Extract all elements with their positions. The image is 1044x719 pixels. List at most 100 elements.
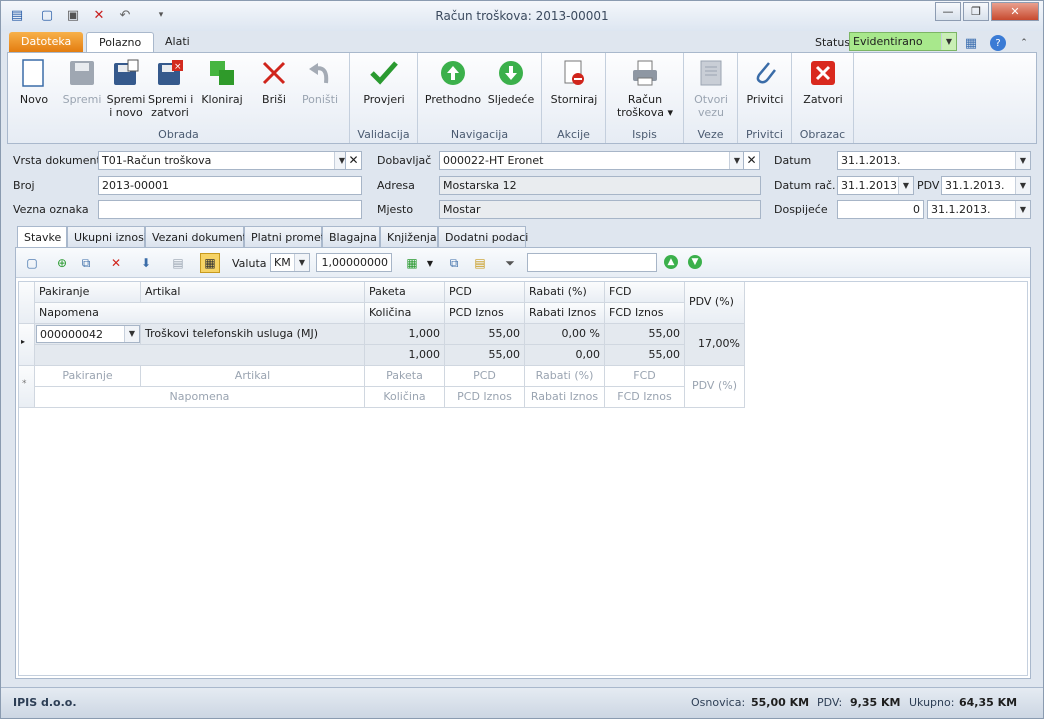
col-rabati[interactable]: Rabati (%) bbox=[525, 282, 605, 303]
datum-racuna-picker[interactable]: 31.1.2013. ▼ bbox=[837, 176, 914, 195]
cell-napomena[interactable] bbox=[35, 345, 365, 366]
new-row-pdv[interactable]: PDV (%) bbox=[685, 366, 745, 408]
new-row-rabati-iznos[interactable]: Rabati Iznos bbox=[525, 387, 605, 408]
otvori-vezu-button[interactable]: Otvori vezu bbox=[689, 57, 733, 119]
cell-kolicina[interactable]: 1,000 bbox=[365, 345, 445, 366]
new-row-artikal[interactable]: Artikal bbox=[141, 366, 365, 387]
new-row-rabati[interactable]: Rabati (%) bbox=[525, 366, 605, 387]
tab-stavke[interactable]: Stavke bbox=[17, 226, 67, 249]
col-fcd-iznos[interactable]: FCD Iznos bbox=[605, 303, 685, 324]
delete-row-icon[interactable]: ✕ bbox=[108, 255, 124, 271]
pakiranje-select[interactable]: 000000042 ▼ bbox=[36, 325, 140, 343]
tab-polazno[interactable]: Polazno bbox=[86, 32, 155, 53]
duplicate-icon[interactable]: ⧉ bbox=[446, 255, 462, 271]
calculator-icon[interactable]: ▦ bbox=[963, 35, 979, 51]
tab-knjizenja[interactable]: Knjiženja bbox=[380, 226, 438, 248]
provjeri-button[interactable]: Provjeri bbox=[360, 57, 408, 106]
vrsta-dokumenta-select[interactable]: T01-Račun troškova ▼ bbox=[98, 151, 350, 170]
clear-vrsta-button[interactable]: ✕ bbox=[345, 151, 362, 170]
new-row-pakiranje[interactable]: Pakiranje bbox=[35, 366, 141, 387]
clear-dobavljac-button[interactable]: ✕ bbox=[743, 151, 760, 170]
table-row[interactable]: 000000042 ▼ bbox=[35, 324, 141, 345]
tab-blagajna[interactable]: Blagajna bbox=[322, 226, 380, 248]
cell-rabati[interactable]: 0,00 % bbox=[525, 324, 605, 345]
col-pcd-iznos[interactable]: PCD Iznos bbox=[445, 303, 525, 324]
filter-icon[interactable]: ⏷ bbox=[502, 255, 518, 271]
search-input[interactable] bbox=[527, 253, 657, 272]
spremi-i-zatvori-button[interactable]: × Spremi i zatvori bbox=[148, 57, 193, 119]
add-row-icon[interactable]: ⊕ bbox=[54, 255, 70, 271]
row-indicator-icon[interactable]: ▸ bbox=[19, 324, 35, 366]
collapse-ribbon-icon[interactable]: ⌃ bbox=[1016, 35, 1032, 51]
broj-input[interactable]: 2013-00001 bbox=[98, 176, 362, 195]
novo-button[interactable]: Novo bbox=[14, 57, 54, 106]
cell-paketa[interactable]: 1,000 bbox=[365, 324, 445, 345]
paste-icon[interactable]: ▤ bbox=[472, 255, 488, 271]
arrow-down-icon[interactable]: ▼ bbox=[688, 255, 702, 269]
col-kolicina[interactable]: Količina bbox=[365, 303, 445, 324]
ponisti-button[interactable]: Poništi bbox=[300, 57, 340, 106]
spremi-i-novo-button[interactable]: Spremi i novo bbox=[106, 57, 146, 119]
tab-vezani-dokumenti[interactable]: Vezani dokumenti bbox=[145, 226, 250, 248]
cell-artikal[interactable]: Troškovi telefonskih usluga (MJ) bbox=[141, 324, 365, 345]
sljedece-button[interactable]: Sljedeće bbox=[486, 57, 536, 106]
new-row-icon[interactable]: ▢ bbox=[24, 255, 40, 271]
privitci-button[interactable]: Privitci bbox=[743, 57, 787, 106]
tab-dodatni-podaci[interactable]: Dodatni podaci bbox=[438, 226, 528, 248]
col-fcd[interactable]: FCD bbox=[605, 282, 685, 303]
new-row-pcd-iznos[interactable]: PCD Iznos bbox=[445, 387, 525, 408]
vezna-oznaka-input[interactable] bbox=[98, 200, 362, 219]
zatvori-button[interactable]: Zatvori bbox=[800, 57, 846, 106]
new-row-fcd-iznos[interactable]: FCD Iznos bbox=[605, 387, 685, 408]
new-row-pcd[interactable]: PCD bbox=[445, 366, 525, 387]
new-row-kolicina[interactable]: Količina bbox=[365, 387, 445, 408]
excel-icon[interactable]: ▦ bbox=[404, 255, 420, 271]
tecaj-input[interactable]: 1,00000000 bbox=[316, 253, 392, 272]
racun-troskova-print-button[interactable]: Račun troškova ▾ bbox=[612, 57, 678, 119]
copy-row-icon[interactable]: ⧉ bbox=[78, 255, 94, 271]
dospijece-date-picker[interactable]: 31.1.2013. ▼ bbox=[927, 200, 1031, 219]
valuta-select[interactable]: KM ▼ bbox=[270, 253, 310, 272]
col-paketa[interactable]: Paketa bbox=[365, 282, 445, 303]
dobavljac-select[interactable]: 000022-HT Eronet ▼ bbox=[439, 151, 745, 170]
kloniraj-button[interactable]: Kloniraj bbox=[200, 57, 244, 106]
cell-rabati-iznos[interactable]: 0,00 bbox=[525, 345, 605, 366]
chevron-down-icon: ▼ bbox=[294, 254, 309, 271]
tab-platni-promet[interactable]: Platni promet bbox=[244, 226, 325, 248]
cell-fcd[interactable]: 55,00 bbox=[605, 324, 685, 345]
datum-picker[interactable]: 31.1.2013. ▼ bbox=[837, 151, 1031, 170]
dospijece-days-input[interactable]: 0 bbox=[837, 200, 924, 219]
prethodno-button[interactable]: Prethodno bbox=[424, 57, 482, 106]
help-icon[interactable]: ? bbox=[990, 35, 1006, 51]
tab-datoteka[interactable]: Datoteka bbox=[9, 32, 84, 53]
tab-ukupni-iznosi[interactable]: Ukupni iznosi bbox=[67, 226, 147, 248]
import-icon[interactable]: ⬇ bbox=[138, 255, 154, 271]
layout-icon[interactable]: ▦ bbox=[200, 253, 220, 273]
print-icon[interactable]: ▤ bbox=[170, 255, 186, 271]
col-pdv[interactable]: PDV (%) bbox=[685, 282, 745, 324]
cell-pcd-iznos[interactable]: 55,00 bbox=[445, 345, 525, 366]
tab-alati[interactable]: Alati bbox=[153, 32, 202, 53]
col-pakiranje[interactable]: Pakiranje bbox=[35, 282, 141, 303]
chevron-down-icon[interactable]: ▼ bbox=[422, 255, 438, 271]
cell-fcd-iznos[interactable]: 55,00 bbox=[605, 345, 685, 366]
cell-pcd[interactable]: 55,00 bbox=[445, 324, 525, 345]
spremi-button[interactable]: Spremi bbox=[62, 57, 102, 106]
brisi-button[interactable]: Briši bbox=[254, 57, 294, 106]
status-select[interactable]: Evidentirano ▼ bbox=[849, 32, 957, 51]
arrow-up-icon[interactable]: ▲ bbox=[664, 255, 678, 269]
col-artikal[interactable]: Artikal bbox=[141, 282, 365, 303]
maximize-button[interactable]: ❐ bbox=[963, 2, 989, 21]
new-row-fcd[interactable]: FCD bbox=[605, 366, 685, 387]
close-button[interactable]: ✕ bbox=[991, 2, 1039, 21]
storniraj-button[interactable]: Storniraj bbox=[548, 57, 600, 106]
new-row-napomena[interactable]: Napomena bbox=[35, 387, 365, 408]
col-pcd[interactable]: PCD bbox=[445, 282, 525, 303]
pdv-date-picker[interactable]: 31.1.2013. ▼ bbox=[941, 176, 1031, 195]
col-napomena[interactable]: Napomena bbox=[35, 303, 365, 324]
cell-pdv[interactable]: 17,00% bbox=[685, 324, 745, 366]
new-row-paketa[interactable]: Paketa bbox=[365, 366, 445, 387]
minimize-button[interactable]: — bbox=[935, 2, 961, 21]
new-row-indicator-icon[interactable]: * bbox=[19, 366, 35, 408]
col-rabati-iznos[interactable]: Rabati Iznos bbox=[525, 303, 605, 324]
